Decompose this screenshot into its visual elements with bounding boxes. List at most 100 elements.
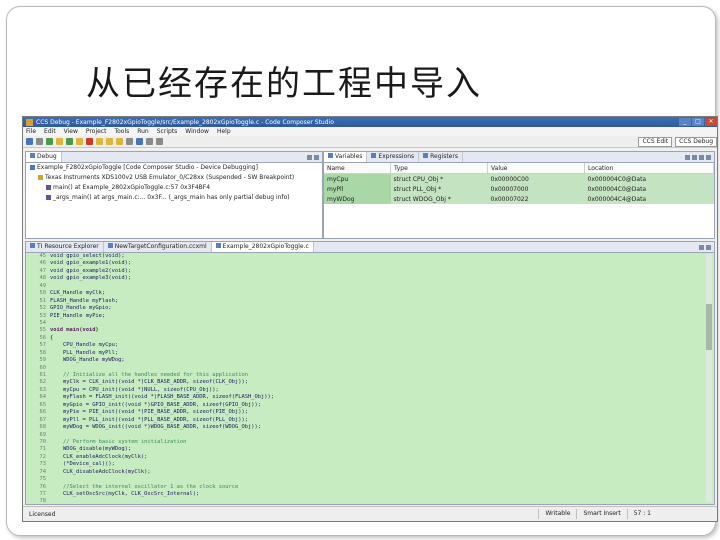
table-row[interactable]: myWDog struct WDOG_Obj * 0x00007022 0x00…: [324, 194, 714, 204]
table-row[interactable]: myCpu struct CPU_Obj * 0x00000C00 0x0000…: [324, 173, 714, 184]
code-line[interactable]: 45 void gpio_select(void);: [26, 253, 714, 260]
resume-icon[interactable]: [66, 138, 73, 145]
code-line[interactable]: 48 void gpio_example3(void);: [26, 275, 714, 282]
column-header-location[interactable]: Location: [584, 163, 714, 174]
collapse-all-icon[interactable]: [685, 154, 690, 160]
variable-location: 0x000004C4@Data: [584, 194, 714, 204]
variable-value[interactable]: 0x00000C00: [487, 173, 585, 184]
column-header-name[interactable]: Name: [324, 163, 391, 174]
scrollbar-thumb[interactable]: [706, 304, 712, 350]
tab-variables[interactable]: Variables: [324, 152, 368, 162]
maximize-icon[interactable]: □: [692, 118, 704, 126]
tree-label: Texas Instruments XDS100v2 USB Emulator_…: [45, 174, 295, 181]
code-line[interactable]: 56{: [26, 335, 714, 342]
code-line[interactable]: 54: [26, 320, 714, 327]
maximize-view-icon[interactable]: [706, 154, 711, 160]
menu-help[interactable]: Help: [217, 128, 231, 135]
code-line[interactable]: 71 WDOG_disable(myWDog);: [26, 446, 714, 453]
minimize-view-icon[interactable]: [307, 154, 312, 160]
code-line[interactable]: 66 myPie = PIE_init((void *)PIE_BASE_ADD…: [26, 409, 714, 416]
code-line[interactable]: 50 CLK_Handle myClk;: [26, 290, 714, 297]
view-menu-icon[interactable]: [692, 154, 697, 160]
code-text: myFlash = FLASH_init((void *)FLASH_BASE_…: [50, 394, 274, 401]
line-number: 75: [39, 476, 47, 483]
maximize-view-icon[interactable]: [706, 244, 711, 250]
ti-icon: [30, 243, 35, 248]
tab-expressions[interactable]: Expressions: [367, 152, 420, 162]
variable-type: struct PLL_Obj *: [390, 184, 488, 194]
table-row[interactable]: myPll struct PLL_Obj * 0x00007000 0x0000…: [324, 184, 714, 194]
code-line[interactable]: 78: [26, 498, 714, 505]
code-line[interactable]: 69: [26, 432, 714, 439]
editor-scrollbar[interactable]: [706, 254, 712, 502]
code-line[interactable]: 68 myWDog = WDOG_init((void *)WDOG_BASE_…: [26, 424, 714, 431]
maximize-view-icon[interactable]: [314, 154, 319, 160]
code-line[interactable]: 77 CLK_setOscSrc(myClk, CLK_OscSrc_Inter…: [26, 491, 714, 498]
tree-item-project[interactable]: Example_F2802xGpioToggle [Code Composer …: [26, 163, 322, 173]
menu-scripts[interactable]: Scripts: [157, 128, 178, 135]
minimize-view-icon[interactable]: [699, 154, 704, 160]
code-line[interactable]: 49: [26, 283, 714, 290]
step-return-icon[interactable]: [116, 138, 123, 145]
code-line[interactable]: 58 PLL_Handle myPll;: [26, 350, 714, 357]
tab-source-file[interactable]: Example_2802xGpioToggle.c: [211, 242, 314, 252]
perspective-ccs-edit[interactable]: CCS Edit: [638, 136, 673, 147]
menu-window[interactable]: Window: [185, 128, 209, 135]
code-line[interactable]: 70 // Perform basic system initializatio…: [26, 439, 714, 446]
menu-file[interactable]: File: [26, 128, 36, 135]
tab-debug[interactable]: Debug: [26, 152, 62, 162]
menu-view[interactable]: View: [64, 128, 78, 135]
perspective-ccs-debug[interactable]: CCS Debug: [675, 136, 717, 147]
close-icon[interactable]: ✕: [705, 118, 717, 126]
code-line[interactable]: 72 CLK_enableAdcClock(myClk);: [26, 454, 714, 461]
column-header-value[interactable]: Value: [487, 163, 585, 174]
code-line[interactable]: 52 GPIO_Handle myGpio;: [26, 305, 714, 312]
column-header-type[interactable]: Type: [390, 163, 488, 174]
build-icon[interactable]: [56, 138, 63, 145]
code-line[interactable]: 55 void main(void): [26, 327, 714, 334]
minimize-view-icon[interactable]: [699, 244, 704, 250]
suspend-icon[interactable]: [76, 138, 83, 145]
code-line[interactable]: 53 PIE_Handle myPie;: [26, 313, 714, 320]
forward-icon[interactable]: [156, 138, 163, 145]
code-line[interactable]: 74 CLK_disableAdcClock(myClk);: [26, 469, 714, 476]
variable-value[interactable]: 0x00007022: [487, 194, 585, 204]
tree-item-args-main-frame[interactable]: _args_main() at args_main.c:... 0x3F... …: [26, 193, 322, 203]
code-area[interactable]: 45 void gpio_select(void); 46 void gpio_exa…: [26, 253, 714, 504]
save-icon[interactable]: [36, 138, 43, 145]
back-icon[interactable]: [146, 138, 153, 145]
code-line[interactable]: 51 FLASH_Handle myFlash;: [26, 298, 714, 305]
code-line[interactable]: 75: [26, 476, 714, 483]
debug-icon[interactable]: [46, 138, 53, 145]
code-line[interactable]: 67 myPll = PLL_init((void *)PLL_BASE_ADD…: [26, 417, 714, 424]
code-line[interactable]: 64 myFlash = FLASH_init((void *)FLASH_BA…: [26, 394, 714, 401]
code-line[interactable]: 76 //Select the internal oscillator 1 as…: [26, 484, 714, 491]
code-line[interactable]: 73 (*Device_cal)();: [26, 461, 714, 468]
menu-edit[interactable]: Edit: [44, 128, 56, 135]
step-over-icon[interactable]: [106, 138, 113, 145]
tree-item-main-frame[interactable]: main() at Example_2802xGpioToggle.c:57 0…: [26, 183, 322, 193]
new-icon[interactable]: [26, 138, 33, 145]
menu-tools[interactable]: Tools: [114, 128, 129, 135]
search-icon[interactable]: [136, 138, 143, 145]
tab-target-config[interactable]: NewTargetConfiguration.ccxml: [104, 242, 212, 252]
code-line[interactable]: 62 myClk = CLK_init((void *)CLK_BASE_ADD…: [26, 379, 714, 386]
tree-item-emulator[interactable]: Texas Instruments XDS100v2 USB Emulator_…: [26, 173, 322, 183]
variable-value[interactable]: 0x00007000: [487, 184, 585, 194]
tab-resource-explorer[interactable]: TI Resource Explorer: [26, 242, 104, 252]
minimize-icon[interactable]: _: [679, 118, 691, 126]
menu-project[interactable]: Project: [86, 128, 107, 135]
terminate-icon[interactable]: [86, 138, 93, 145]
code-line[interactable]: 59 WDOG_Handle myWDog;: [26, 357, 714, 364]
code-line[interactable]: 47 void gpio_example2(void);: [26, 268, 714, 275]
step-into-icon[interactable]: [96, 138, 103, 145]
code-line[interactable]: 60: [26, 365, 714, 372]
code-line[interactable]: 46 void gpio_example1(void);: [26, 260, 714, 267]
code-line[interactable]: 57 CPU_Handle myCpu;: [26, 342, 714, 349]
code-line[interactable]: 61 // Initialize all the handles needed …: [26, 372, 714, 379]
reset-icon[interactable]: [126, 138, 133, 145]
code-line[interactable]: 63 myCpu = CPU_init((void *)NULL, sizeof…: [26, 387, 714, 394]
menu-run[interactable]: Run: [137, 128, 149, 135]
tab-registers[interactable]: Registers: [419, 152, 463, 162]
code-line[interactable]: 65 myGpio = GPIO_init((void *)GPIO_BASE_…: [26, 402, 714, 409]
